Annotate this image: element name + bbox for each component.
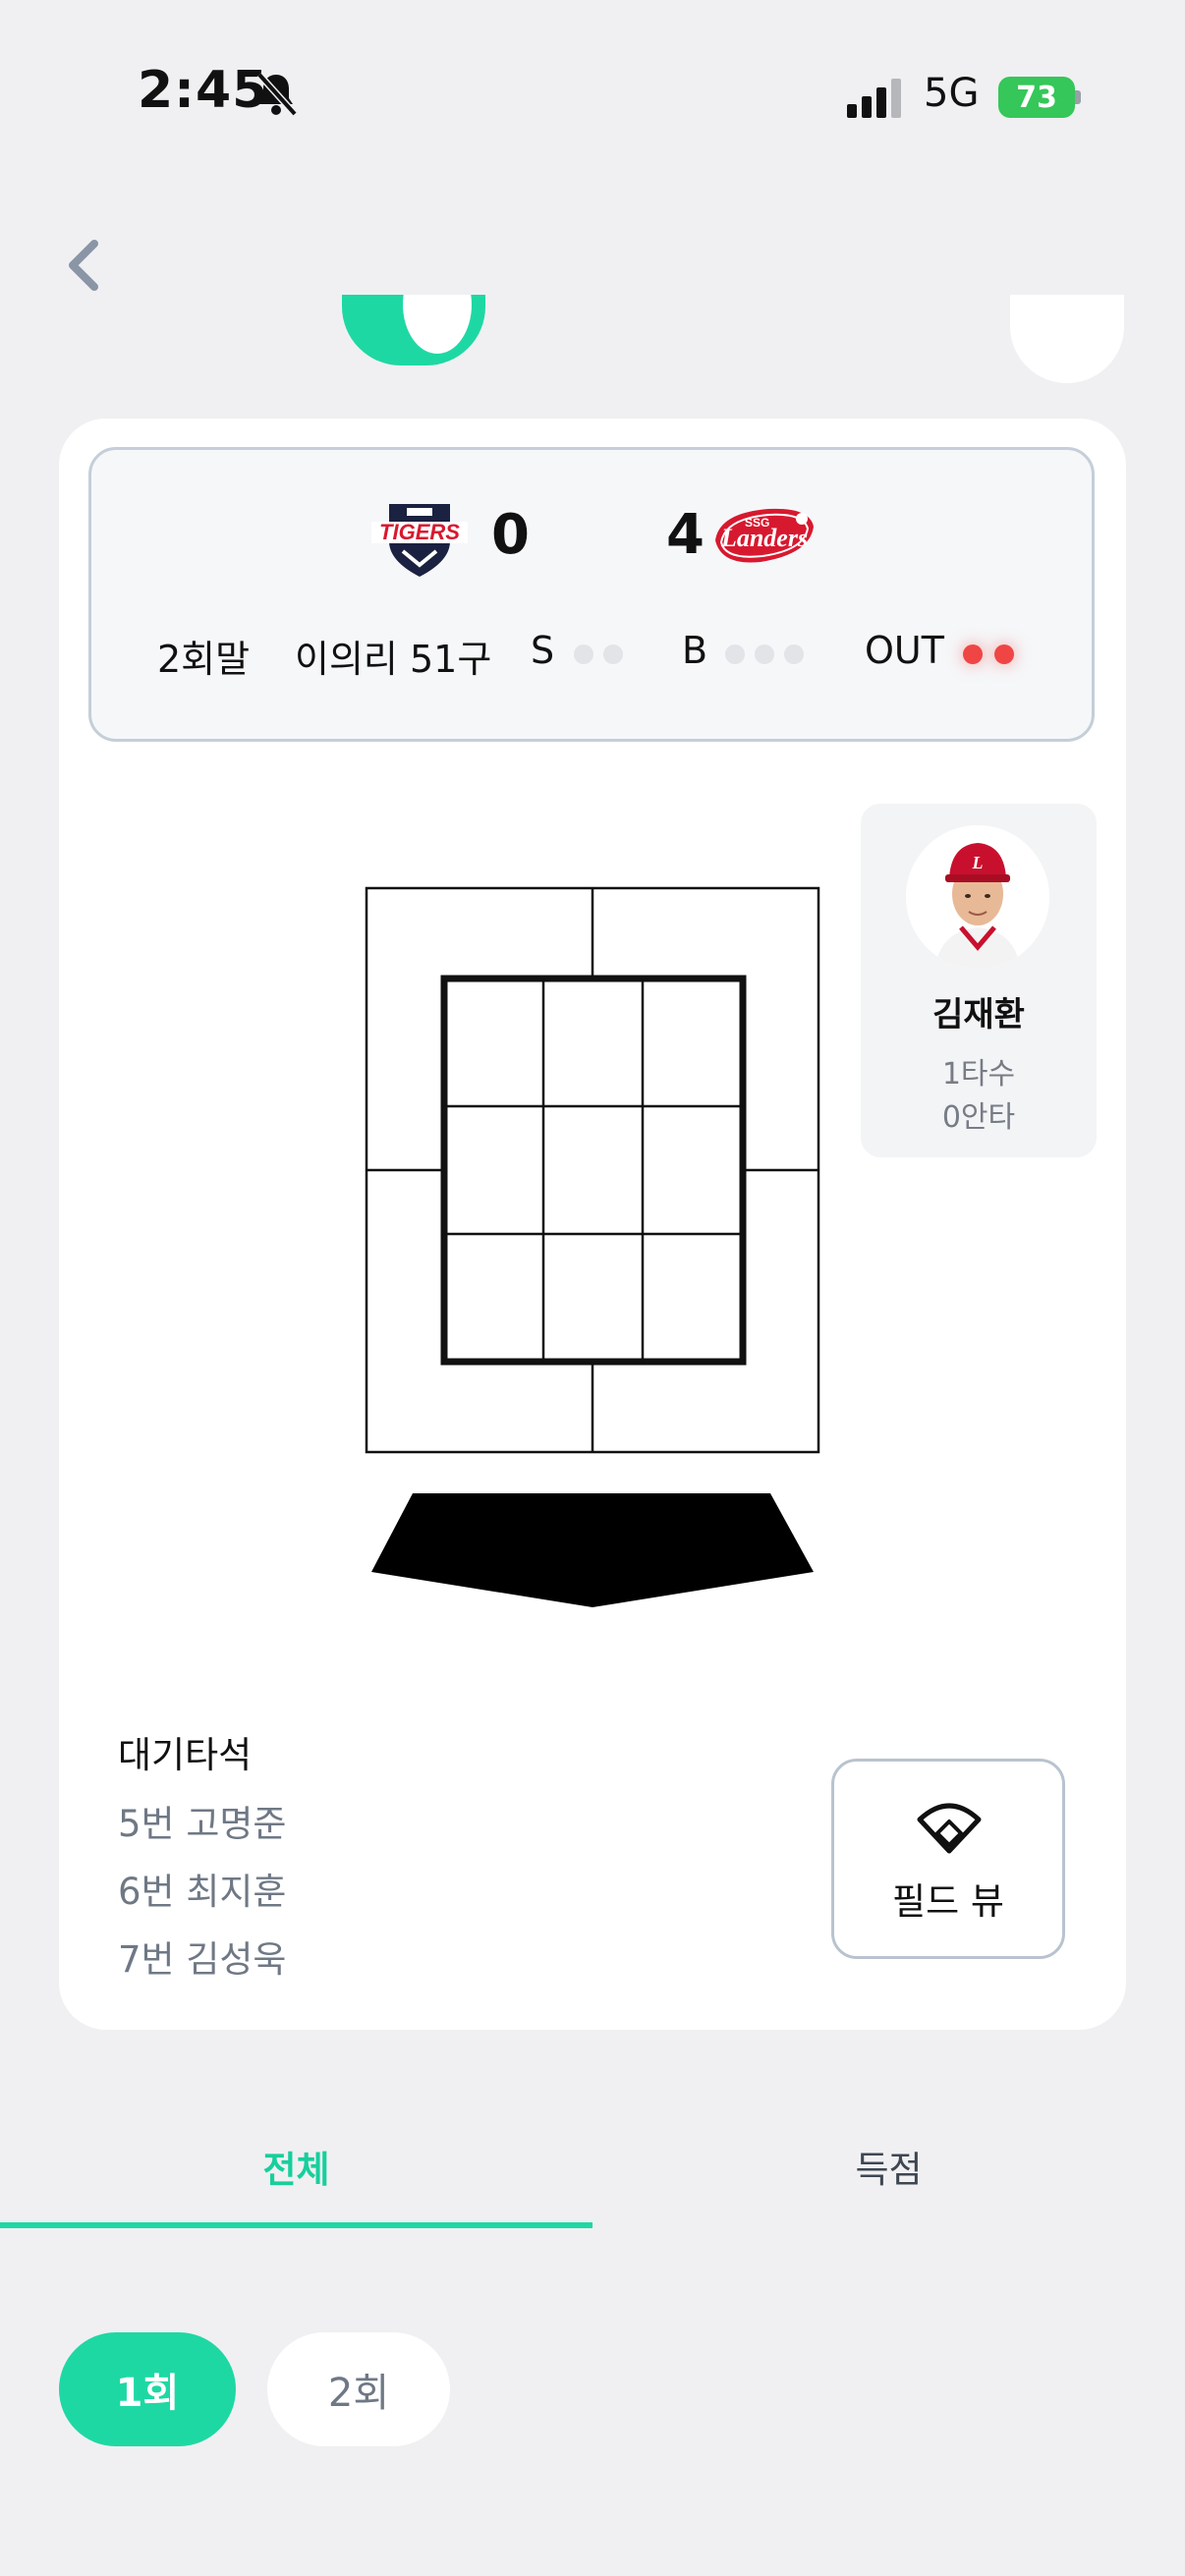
batter-name: 김재환 [932,995,1025,1035]
batter-at-bats: 1타수 [941,1057,1016,1092]
svg-text:TIGERS: TIGERS [379,520,460,544]
svg-text:Landers: Landers [720,524,808,552]
tigers-logo: TIGERS [371,504,468,577]
partial-circle-button[interactable] [1010,295,1124,383]
batter-hits: 0안타 [941,1100,1016,1135]
back-chevron-icon[interactable] [59,236,108,295]
strike-dot [603,644,623,664]
strike-dot [574,644,593,664]
inning-pill-2[interactable]: 2회 [267,2332,450,2446]
field-view-label: 필드 뷰 [892,1880,1004,1923]
team-toggle-partial[interactable] [342,295,485,365]
away-score: 0 [491,503,530,567]
network-type: 5G [924,71,980,116]
tab-scoring[interactable]: 득점 [592,2140,1185,2193]
svg-text:L: L [972,853,984,872]
home-plate [371,1493,814,1607]
active-tab-indicator [0,2222,592,2228]
landers-logo: SSG Landers [715,508,814,563]
bell-slash-icon [256,72,298,117]
battery-indicator: 73 [998,77,1075,118]
ball-dot [784,644,804,664]
ball-dot [725,644,745,664]
on-deck-title: 대기타석 [118,1734,253,1776]
battery-level: 73 [1016,80,1057,115]
ball-label: B [682,629,708,672]
ball-dot [755,644,774,664]
strike-label: S [531,629,555,672]
inning-label: 2회말 [157,638,251,681]
out-dot [994,644,1014,664]
battery-cap [1075,90,1081,104]
batter-avatar: L [906,825,1049,969]
tab-all[interactable]: 전체 [0,2140,592,2193]
inning-pill-label: 2회 [327,2371,390,2416]
home-score: 4 [666,503,705,567]
field-view-button[interactable] [831,1759,1065,1959]
out-dot [963,644,983,664]
scoreboard [88,447,1095,742]
on-deck-item: 7번 김성욱 [118,1938,287,1981]
inning-pill-1[interactable]: 1회 [59,2332,236,2446]
on-deck-item: 5번 고명준 [118,1803,287,1845]
baseball-field-icon [917,1803,982,1854]
on-deck-item: 6번 최지훈 [118,1871,287,1913]
inning-pill-label: 1회 [115,2371,180,2416]
pitcher-pitch-count: 이의리 51구 [295,638,492,681]
status-time: 2:45 [138,61,269,120]
out-label: OUT [865,629,944,672]
strike-zone [365,886,820,1607]
signal-icon [847,79,901,118]
